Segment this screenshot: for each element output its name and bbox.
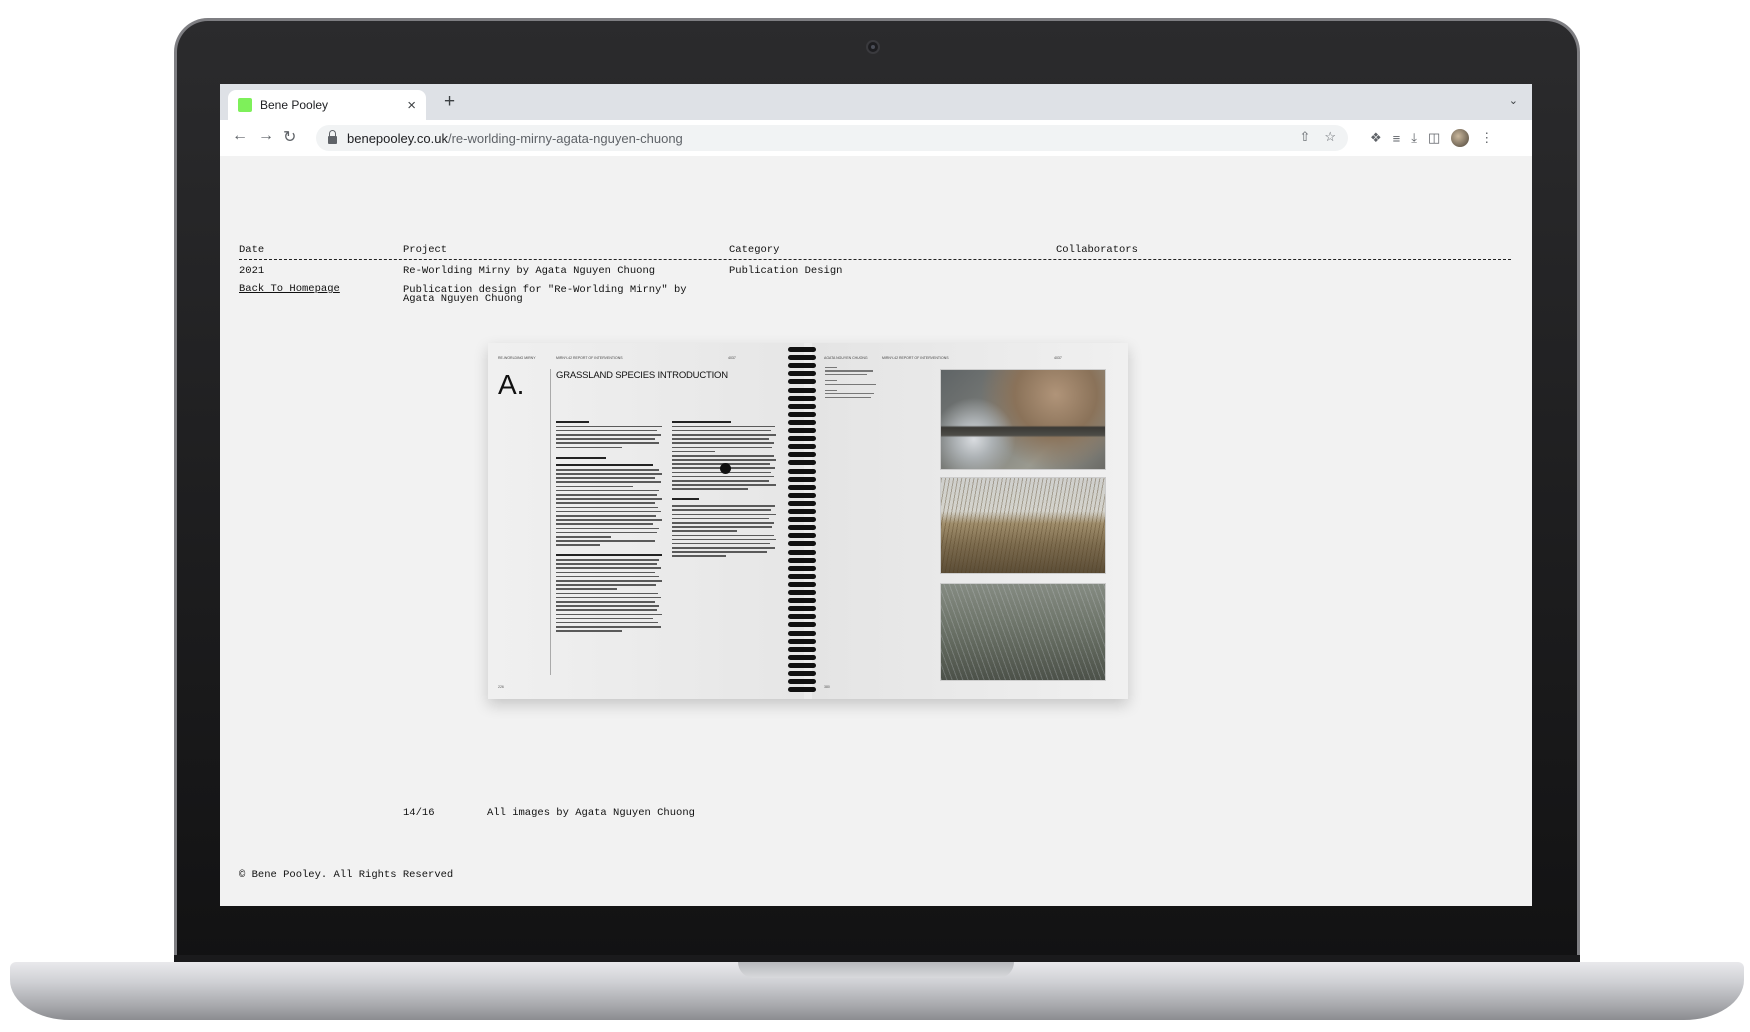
share-icon[interactable]: ⇧ <box>1299 129 1310 145</box>
bookmark-star-icon[interactable]: ☆ <box>1324 129 1336 145</box>
tab-bar: Bene Pooley × + ⌄ <box>220 84 1532 120</box>
favicon-icon <box>238 98 252 112</box>
spiral-coil <box>788 671 816 676</box>
category-header: Category <box>729 244 780 256</box>
spiral-coil <box>788 606 816 612</box>
aerial-photo <box>940 369 1106 470</box>
spiral-coil <box>788 654 816 660</box>
spiral-coil <box>788 403 816 409</box>
section-letter: A. <box>498 369 525 400</box>
browser-tab[interactable]: Bene Pooley × <box>228 90 426 120</box>
spiral-coil <box>788 476 816 482</box>
spiral-coil <box>788 468 816 474</box>
spiral-coil <box>788 355 816 361</box>
publication-spread-image[interactable]: RE-WORLDING MIRNY MIRNY-42 REPORT OF INT… <box>488 343 1128 699</box>
date-value: 2021 <box>239 265 265 277</box>
spiral-coil <box>788 622 816 628</box>
spiral-coil <box>788 444 816 450</box>
spiral-coil <box>788 687 816 693</box>
kebab-menu-icon[interactable]: ⋮ <box>1480 130 1493 146</box>
url-text: benepooley.co.uk/re-worlding-mirny-agata… <box>347 131 683 146</box>
spiral-coil <box>788 492 816 498</box>
image-counter: 14/16 <box>403 807 435 819</box>
spiral-coil <box>788 557 816 563</box>
spiral-coil <box>788 509 816 514</box>
spiral-coil <box>788 436 816 442</box>
spiral-coil <box>788 662 816 668</box>
url-domain: benepooley.co.uk <box>347 130 448 146</box>
spiral-coil <box>788 573 816 579</box>
cursor-dot <box>720 463 731 474</box>
profile-avatar[interactable] <box>1451 129 1470 147</box>
spiral-coil <box>788 460 816 466</box>
forward-arrow-icon[interactable]: → <box>258 127 274 145</box>
lock-icon <box>328 130 337 144</box>
spiral-coil <box>788 581 816 587</box>
back-arrow-icon[interactable]: ← <box>232 127 248 145</box>
spiral-coil <box>788 541 816 547</box>
spiral-coil <box>788 363 816 369</box>
date-header: Date <box>239 244 265 256</box>
spiral-coil <box>788 411 816 417</box>
spiral-binding <box>788 347 818 695</box>
spiral-coil <box>788 484 816 490</box>
spiral-coil <box>788 549 816 555</box>
spiral-coil <box>788 630 816 636</box>
spiral-coil <box>788 419 816 425</box>
spiral-coil <box>788 371 816 377</box>
tab-close-icon[interactable]: × <box>407 97 416 114</box>
tab-title: Bene Pooley <box>260 98 329 112</box>
spiral-coil <box>788 500 816 506</box>
spiral-coil <box>788 590 816 595</box>
spiral-coil <box>788 347 816 352</box>
spiral-coil <box>788 428 816 433</box>
spiral-coil <box>788 452 816 458</box>
reload-icon[interactable]: ↻ <box>283 127 296 147</box>
spiral-coil <box>788 379 816 385</box>
screen: Bene Pooley × + ⌄ ← → ↻ benepooley.co.uk… <box>220 84 1532 906</box>
project-value: Re-Worlding Mirny by Agata Nguyen Chuong <box>403 265 656 277</box>
left-page: RE-WORLDING MIRNY MIRNY-42 REPORT OF INT… <box>488 343 804 699</box>
laptop-notch <box>738 962 1014 978</box>
tab-search-chevron-icon[interactable]: ⌄ <box>1509 94 1518 107</box>
spiral-coil <box>788 598 816 604</box>
page-rule <box>550 369 551 675</box>
side-panel-icon[interactable]: ◫ <box>1428 130 1440 146</box>
spiral-coil <box>788 395 816 401</box>
header-divider <box>239 259 1511 260</box>
spiral-coil <box>788 614 816 620</box>
url-path: /re-worlding-mirny-agata-nguyen-chuong <box>447 130 683 146</box>
new-tab-button[interactable]: + <box>444 91 455 113</box>
category-value: Publication Design <box>729 265 843 277</box>
spiral-coil <box>788 565 816 571</box>
section-title: GRASSLAND SPECIES INTRODUCTION <box>556 370 728 381</box>
figure-captions <box>825 367 885 400</box>
address-bar[interactable]: benepooley.co.uk/re-worlding-mirny-agata… <box>316 125 1348 151</box>
spiral-coil <box>788 646 816 652</box>
tussock-grass-photo <box>940 583 1106 681</box>
project-header: Project <box>403 244 448 256</box>
reading-list-icon[interactable]: ≡ <box>1393 131 1401 146</box>
collaborators-header: Collaborators <box>1056 244 1138 256</box>
project-description-line2: Agata Nguyen Chuong <box>403 293 523 305</box>
webcam <box>866 40 880 54</box>
text-column-right <box>672 421 780 560</box>
spiral-coil <box>788 525 816 531</box>
copyright-footer: © Bene Pooley. All Rights Reserved <box>239 869 454 881</box>
image-credit: All images by Agata Nguyen Chuong <box>487 807 695 819</box>
grassland-photo <box>940 477 1106 574</box>
spiral-coil <box>788 638 816 644</box>
spiral-coil <box>788 517 816 523</box>
text-column-left <box>556 421 666 634</box>
page-content: Date Project Category Collaborators 2021… <box>220 156 1532 906</box>
browser-toolbar: ← → ↻ benepooley.co.uk/re-worlding-mirny… <box>220 120 1532 156</box>
extensions-puzzle-icon[interactable]: ❖ <box>1370 130 1382 146</box>
spiral-coil <box>788 387 816 393</box>
back-to-homepage-link[interactable]: Back To Homepage <box>239 283 340 295</box>
download-icon[interactable]: ⤓ <box>1411 130 1417 146</box>
spiral-coil <box>788 679 816 685</box>
spiral-coil <box>788 533 816 539</box>
